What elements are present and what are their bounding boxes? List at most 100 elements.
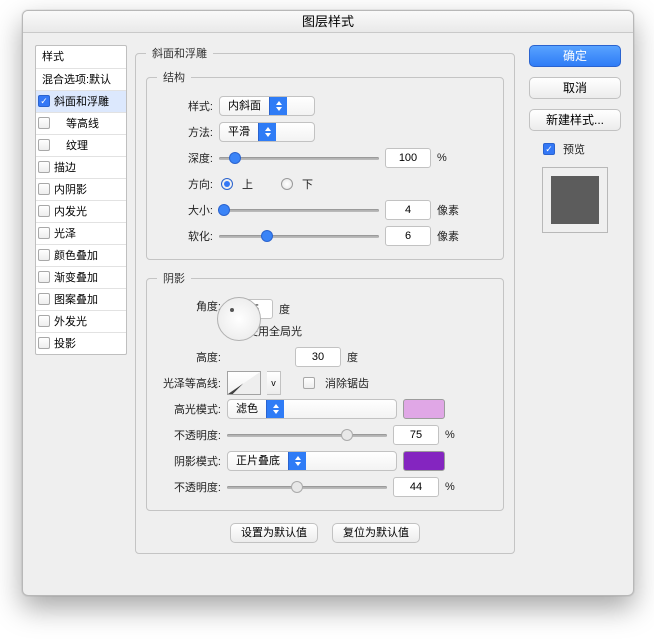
sidebar-heading-styles[interactable]: 样式	[36, 46, 126, 68]
checkbox-icon[interactable]	[38, 271, 50, 283]
shadow-color-swatch[interactable]	[403, 451, 445, 471]
altitude-input[interactable]: 30	[295, 347, 341, 367]
preview-thumbnail	[542, 167, 608, 233]
shadow-opacity-slider[interactable]	[227, 480, 387, 494]
make-default-button[interactable]: 设置为默认值	[230, 523, 318, 543]
shadow-mode-select[interactable]: 正片叠底	[227, 451, 397, 471]
sidebar-outer-glow[interactable]: 外发光	[36, 310, 126, 332]
dialog-window: 图层样式 样式 混合选项:默认 斜面和浮雕 等高线 纹理 描边 内阴影 内发光 …	[22, 10, 634, 596]
direction-down-label: 下	[302, 176, 313, 192]
depth-slider[interactable]	[219, 151, 379, 165]
sidebar-stroke[interactable]: 描边	[36, 156, 126, 178]
checkbox-icon[interactable]	[38, 293, 50, 305]
px-label: 像素	[437, 202, 459, 218]
antialias-checkbox[interactable]	[303, 377, 315, 389]
checkbox-icon[interactable]	[38, 95, 50, 107]
sidebar-bevel-emboss[interactable]: 斜面和浮雕	[36, 90, 126, 112]
soften-slider[interactable]	[219, 229, 379, 243]
contour-picker[interactable]	[227, 371, 261, 395]
highlight-opacity-slider[interactable]	[227, 428, 387, 442]
checkbox-icon[interactable]	[38, 183, 50, 195]
angle-wheel[interactable]	[217, 297, 261, 341]
size-slider[interactable]	[219, 203, 379, 217]
sidebar-inner-shadow[interactable]: 内阴影	[36, 178, 126, 200]
deg-label: 度	[279, 301, 290, 317]
sidebar-gradient-overlay[interactable]: 渐变叠加	[36, 266, 126, 288]
soften-input[interactable]: 6	[385, 226, 431, 246]
technique-select-value: 平滑	[220, 123, 258, 141]
preview-checkbox-label: 预览	[563, 141, 585, 157]
direction-down-radio[interactable]	[281, 178, 293, 190]
checkbox-icon[interactable]	[38, 227, 50, 239]
sidebar-drop-shadow[interactable]: 投影	[36, 332, 126, 354]
sidebar-label: 内发光	[54, 206, 87, 218]
checkbox-icon[interactable]	[38, 315, 50, 327]
highlight-mode-label: 高光模式:	[157, 401, 221, 417]
altitude-label: 高度:	[157, 349, 221, 365]
percent-label: %	[437, 152, 447, 164]
sidebar-label: 描边	[54, 162, 76, 174]
titlebar: 图层样式	[23, 11, 633, 33]
gloss-contour-label: 光泽等高线:	[157, 375, 221, 391]
sidebar-contour[interactable]: 等高线	[36, 112, 126, 134]
checkbox-icon[interactable]	[38, 205, 50, 217]
bevel-emboss-group: 斜面和浮雕 结构 样式: 内斜面 方法:	[135, 45, 515, 554]
sidebar-label: 光泽	[54, 228, 76, 240]
shading-legend: 阴影	[157, 270, 191, 286]
new-style-button[interactable]: 新建样式...	[529, 109, 621, 131]
styles-list: 样式 混合选项:默认 斜面和浮雕 等高线 纹理 描边 内阴影 内发光 光泽 颜色…	[35, 45, 127, 355]
shadow-opacity-input[interactable]: 44	[393, 477, 439, 497]
sidebar-satin[interactable]: 光泽	[36, 222, 126, 244]
deg-label: 度	[347, 349, 358, 365]
structure-legend: 结构	[157, 69, 191, 85]
style-select[interactable]: 内斜面	[219, 96, 315, 116]
style-select-value: 内斜面	[220, 97, 269, 115]
shadow-mode-label: 阴影模式:	[157, 453, 221, 469]
cancel-button[interactable]: 取消	[529, 77, 621, 99]
shading-group: 阴影 角度: 125 度 使用全局光	[146, 270, 504, 511]
sidebar-label: 外发光	[54, 316, 87, 328]
direction-up-radio[interactable]	[221, 178, 233, 190]
depth-label: 深度:	[157, 150, 213, 166]
highlight-mode-value: 滤色	[228, 400, 266, 418]
sidebar-label: 颜色叠加	[54, 250, 98, 262]
ok-button[interactable]: 确定	[529, 45, 621, 67]
shadow-mode-value: 正片叠底	[228, 452, 288, 470]
structure-group: 结构 样式: 内斜面 方法: 平滑	[146, 69, 504, 260]
sidebar-blend-options[interactable]: 混合选项:默认	[36, 68, 126, 90]
checkbox-icon[interactable]	[38, 161, 50, 173]
technique-label: 方法:	[157, 124, 213, 140]
sidebar-color-overlay[interactable]: 颜色叠加	[36, 244, 126, 266]
percent-label: %	[445, 481, 455, 493]
preview-checkbox[interactable]	[543, 143, 555, 155]
panel-heading: 斜面和浮雕	[146, 45, 213, 61]
contour-dropdown-icon[interactable]: v	[267, 371, 281, 395]
sidebar-texture[interactable]: 纹理	[36, 134, 126, 156]
size-label: 大小:	[157, 202, 213, 218]
soften-label: 软化:	[157, 228, 213, 244]
highlight-mode-select[interactable]: 滤色	[227, 399, 397, 419]
technique-select[interactable]: 平滑	[219, 122, 315, 142]
sidebar-label: 等高线	[66, 118, 99, 130]
checkbox-icon[interactable]	[38, 249, 50, 261]
reset-default-button[interactable]: 复位为默认值	[332, 523, 420, 543]
percent-label: %	[445, 429, 455, 441]
antialias-label: 消除锯齿	[325, 375, 369, 391]
highlight-opacity-input[interactable]: 75	[393, 425, 439, 445]
size-input[interactable]: 4	[385, 200, 431, 220]
sidebar-label: 纹理	[66, 140, 88, 152]
sidebar-label: 图案叠加	[54, 294, 98, 306]
sidebar-label: 渐变叠加	[54, 272, 98, 284]
window-title: 图层样式	[302, 14, 354, 29]
chevrons-icon	[288, 452, 306, 470]
chevrons-icon	[266, 400, 284, 418]
chevrons-icon	[269, 97, 287, 115]
sidebar-pattern-overlay[interactable]: 图案叠加	[36, 288, 126, 310]
highlight-color-swatch[interactable]	[403, 399, 445, 419]
checkbox-icon[interactable]	[38, 337, 50, 349]
checkbox-icon[interactable]	[38, 139, 50, 151]
highlight-opacity-label: 不透明度:	[157, 427, 221, 443]
sidebar-inner-glow[interactable]: 内发光	[36, 200, 126, 222]
depth-input[interactable]: 100	[385, 148, 431, 168]
checkbox-icon[interactable]	[38, 117, 50, 129]
